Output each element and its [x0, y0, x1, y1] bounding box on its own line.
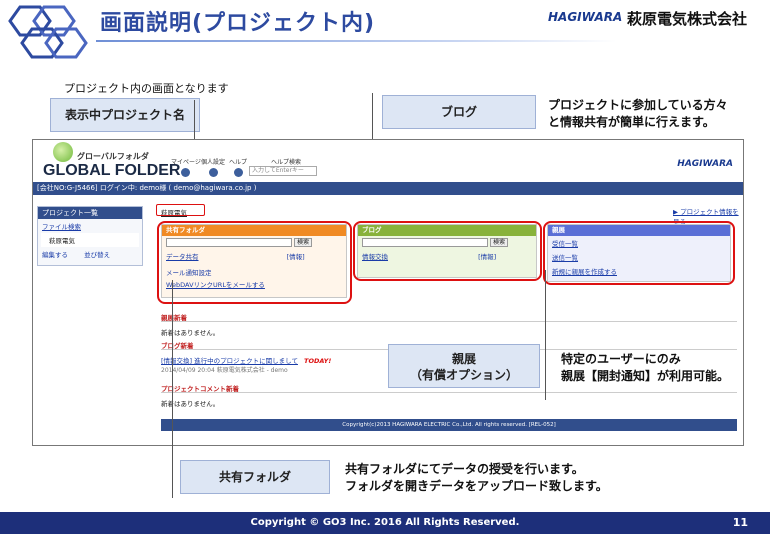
- app-hagiwara-logo: HAGIWARA: [677, 159, 733, 169]
- nav-mypage-label: マイページ: [171, 159, 201, 166]
- title-underline: [96, 40, 616, 42]
- home-icon: [181, 168, 191, 177]
- shinten-desc-line-1: 特定のユーザーにのみ: [561, 352, 681, 366]
- callout-blog: ブログ: [382, 95, 536, 129]
- callout-shinten-label: 親展: [451, 352, 476, 366]
- pointer-line-folder: [172, 280, 173, 498]
- nav-help[interactable]: ヘルプ: [229, 157, 247, 177]
- folder-description: 共有フォルダにてデータの授受を行います。 フォルダを開きデータをアップロード致し…: [345, 461, 608, 495]
- folder-desc-line-2: フォルダを開きデータをアップロード致します。: [345, 479, 608, 493]
- sort-link[interactable]: 並び替え: [84, 251, 110, 259]
- blog-description: プロジェクトに参加している方々 と情報共有が簡単に行えます。: [548, 97, 728, 131]
- blog-entry-meta: 2014/04/09 20:04 萩原電気株式会社 - demo: [161, 367, 288, 374]
- brand-small: グローバルフォルダ: [77, 152, 149, 161]
- project-sidebar: プロジェクト一覧 ファイル検索 萩原電気 編集する 並び替え: [37, 206, 143, 266]
- blog-entry-row: [情報交換] 進行中のプロジェクトに関しまして TODAY!: [161, 355, 331, 365]
- globe-logo-icon: [53, 142, 73, 162]
- edit-link[interactable]: 編集する: [42, 251, 68, 259]
- highlight-shinten-panel: [543, 221, 735, 285]
- blog-desc-line-2: と情報共有が簡単に行えます。: [548, 115, 715, 129]
- shinten-desc-line-2: 親展【開封通知】が利用可能。: [561, 369, 730, 383]
- nav-settings[interactable]: 個人設定: [201, 157, 225, 177]
- app-header: グローバルフォルダ GLOBAL FOLDER マイページ 個人設定 ヘルプ ヘ…: [33, 140, 743, 182]
- file-search-link[interactable]: ファイル検索: [38, 219, 142, 233]
- slide-title: 画面説明(プロジェクト内): [100, 11, 376, 36]
- nav-mypage[interactable]: マイページ: [171, 157, 201, 177]
- callout-project-name-label: 表示中プロジェクト名: [64, 108, 185, 122]
- page-number: 11: [732, 516, 748, 529]
- go3-logo: [8, 5, 88, 59]
- callout-shinten: 親展 （有償オプション）: [388, 344, 540, 388]
- sidebar-actions: 編集する 並び替え: [38, 247, 142, 261]
- company-name: 萩原電気株式会社: [627, 10, 748, 28]
- sidebar-project-item[interactable]: 萩原電気: [41, 233, 139, 247]
- folder-desc-line-1: 共有フォルダにてデータの授受を行います。: [345, 462, 584, 476]
- gear-icon: [208, 168, 218, 177]
- nav-settings-label: 個人設定: [201, 159, 226, 166]
- callout-folder: 共有フォルダ: [180, 460, 330, 494]
- today-badge: TODAY!: [304, 357, 332, 365]
- callout-project-name: 表示中プロジェクト名: [50, 98, 200, 132]
- callout-blog-label: ブログ: [440, 105, 477, 119]
- help-icon: [233, 168, 243, 177]
- footer-copyright: Copyright © GO3 Inc. 2016 All Rights Res…: [250, 517, 520, 528]
- divider: [161, 321, 737, 322]
- highlight-blog-panel: [353, 221, 542, 281]
- help-search-label: ヘルプ検索: [271, 159, 302, 166]
- callout-folder-label: 共有フォルダ: [218, 470, 291, 484]
- brand-big: GLOBAL FOLDER: [43, 162, 181, 179]
- app-screenshot: グローバルフォルダ GLOBAL FOLDER マイページ 個人設定 ヘルプ ヘ…: [32, 139, 744, 446]
- divider: [161, 392, 737, 393]
- comment-none-text: 新着はありません。: [161, 400, 220, 408]
- shinten-none-text: 新着はありません。: [161, 329, 220, 337]
- sidebar-title: プロジェクト一覧: [38, 207, 142, 219]
- help-search-input[interactable]: 入力してEnterキー: [249, 166, 317, 176]
- callout-shinten-sub: （有償オプション）: [409, 368, 518, 382]
- highlight-folder-panel: [157, 221, 352, 304]
- hagiwara-logo: HAGIWARA: [548, 10, 623, 24]
- slide: 画面説明(プロジェクト内) HAGIWARA 萩原電気株式会社 プロジェクト内の…: [0, 0, 770, 534]
- slide-footer: Copyright © GO3 Inc. 2016 All Rights Res…: [0, 512, 770, 534]
- user-info-bar: [会社NO:G-J5466] ログイン中: demo様 ( demo@hagiw…: [33, 182, 743, 195]
- app-copyright: Copyright(c)2013 HAGIWARA ELECTRIC Co.,L…: [161, 419, 737, 431]
- nav-help-label: ヘルプ: [229, 159, 248, 166]
- highlight-project-name: [156, 204, 205, 216]
- top-note: プロジェクト内の画面となります: [64, 82, 229, 95]
- shinten-description: 特定のユーザーにのみ 親展【開封通知】が利用可能。: [561, 351, 729, 385]
- pointer-line-shinten: [545, 270, 546, 400]
- blog-entry-link[interactable]: [情報交換] 進行中のプロジェクトに関しまして: [161, 357, 298, 365]
- blog-desc-line-1: プロジェクトに参加している方々: [548, 98, 728, 112]
